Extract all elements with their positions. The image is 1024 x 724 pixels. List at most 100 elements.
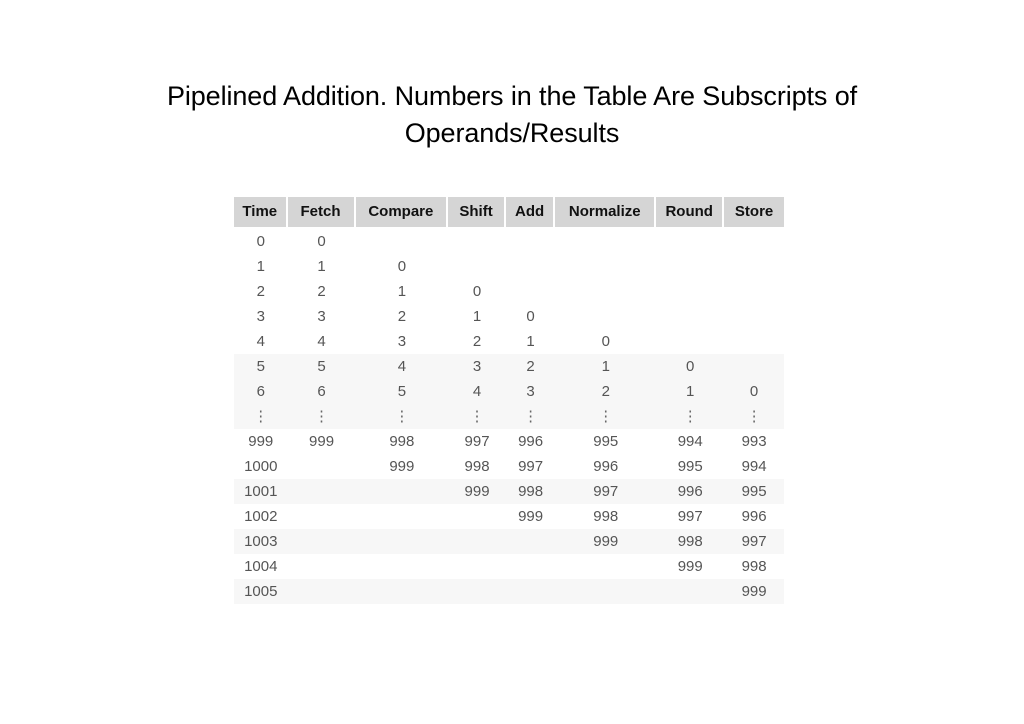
table-cell: [555, 279, 656, 304]
table-cell: 995: [724, 479, 784, 504]
table-cell: 0: [724, 379, 784, 404]
table-cell: 0: [656, 354, 725, 379]
table-cell: 999: [518, 508, 544, 525]
page-title-line-1: Pipelined Addition. Numbers in the Table…: [166, 81, 858, 111]
table-cell: [448, 254, 506, 279]
table-cell: 998: [741, 558, 767, 575]
table-column-header-time: Time: [234, 197, 288, 229]
table-cell: 2: [317, 283, 326, 300]
table-cell: 3: [317, 308, 326, 325]
table-row: 1000 999 998 997 996 995 994: [234, 454, 784, 479]
table-cell: 5: [287, 354, 356, 379]
table-cell: [506, 279, 555, 304]
table-cell: [356, 554, 449, 579]
table-cell: 996: [518, 433, 544, 450]
table-row: 00: [234, 229, 784, 254]
table-row-ellipsis: ⋮ ⋮ ⋮ ⋮ ⋮ ⋮ ⋮ ⋮: [234, 404, 784, 429]
table-cell: [448, 504, 506, 529]
table-cell: [506, 229, 555, 254]
table-body: 0 0 1 1 0 2 2 1 0 3 3 2 1 0 4 4 3 2 1 0 5 5 4 3 2 1 0 6 6 5 4 3 2 1 0 ⋮ ⋮ ⋮ ⋮ ⋮…: [234, 229, 784, 604]
table-cell: 5: [234, 354, 288, 379]
table-cell: [555, 579, 657, 604]
table-cell: 994: [741, 458, 767, 475]
table-cell: 997: [677, 508, 703, 525]
table-cell: 2: [256, 283, 265, 300]
table-cell: ⋮: [656, 404, 725, 429]
table-cell: 4: [317, 333, 326, 350]
table-cell: 1: [656, 379, 725, 404]
table-cell: [355, 479, 449, 504]
table-cell: [506, 554, 555, 579]
table-cell: [656, 254, 724, 279]
table-cell: 1001: [234, 479, 288, 504]
table-row: 1002 999 998 997 996: [234, 504, 784, 529]
table-cell: [656, 304, 724, 329]
table-cell: 997: [518, 458, 544, 475]
vertical-ellipsis-icon: ⋮: [523, 408, 539, 425]
table-cell: [724, 304, 784, 329]
table-cell: ⋮: [287, 404, 356, 429]
table-cell: 995: [593, 433, 619, 450]
table-cell: [288, 504, 356, 529]
table-cell: [287, 529, 356, 554]
table-cell: [505, 579, 556, 604]
table-cell: 1004: [244, 558, 278, 575]
pipeline-table: Time Fetch Compare Shift Add Normalize Round St…: [234, 197, 784, 604]
table-cell: [656, 329, 724, 354]
table-cell: 999: [724, 579, 784, 604]
table-cell: [356, 229, 449, 254]
table-cell: 996: [593, 458, 619, 475]
table-cell: 1: [472, 308, 482, 325]
table-cell: [724, 254, 784, 279]
table-cell: 6: [234, 379, 288, 404]
table-column-header-shift: Shift: [448, 197, 506, 229]
table-cell: 999: [555, 529, 657, 554]
table-cell: [724, 329, 784, 354]
table-cell: ⋮: [355, 404, 449, 429]
table-column-header-normalize: Normalize: [555, 197, 657, 229]
table-cell: 2: [505, 354, 556, 379]
table-cell: [287, 579, 356, 604]
table-cell: 999: [248, 433, 274, 450]
table-cell: 3: [505, 379, 556, 404]
vertical-ellipsis-icon: ⋮: [394, 408, 410, 425]
table-column-header-store: Store: [724, 197, 784, 229]
table-cell: 3: [448, 354, 506, 379]
table-cell: [288, 454, 356, 479]
table-cell: 994: [677, 433, 703, 450]
table-cell: ⋮: [724, 404, 784, 429]
table-row: 1004 999 998: [234, 554, 784, 579]
table-cell: 999: [309, 433, 335, 450]
table-cell: 997: [555, 479, 657, 504]
table-cell: 4: [448, 379, 506, 404]
table-row: 1001 999 998 997 996 995: [234, 479, 784, 504]
table-column-header-add: Add: [505, 197, 556, 229]
table-cell: [506, 254, 555, 279]
table-cell: 998: [656, 529, 725, 554]
table-cell: [724, 354, 784, 379]
table-column-header-compare: Compare: [355, 197, 449, 229]
page-title-line-2: Operands/Results: [404, 118, 620, 148]
vertical-ellipsis-icon: ⋮: [314, 408, 330, 425]
vertical-ellipsis-icon: ⋮: [746, 408, 762, 425]
table-cell: 1003: [234, 529, 288, 554]
table-cell: 998: [464, 458, 490, 475]
table-cell: ⋮: [234, 404, 288, 429]
table-cell: 0: [472, 283, 482, 300]
table-row: 66543210: [234, 379, 784, 404]
table-cell: 997: [464, 433, 490, 450]
table-cell: [448, 554, 506, 579]
table-row: 1003 999 998 997: [234, 529, 784, 554]
table-cell: [356, 504, 449, 529]
table-cell: [724, 279, 784, 304]
table-cell: [656, 279, 724, 304]
table-cell: 0: [397, 258, 407, 275]
table-cell: [355, 529, 449, 554]
table-cell: [505, 529, 556, 554]
table-cell: 1: [317, 258, 326, 275]
table-cell: 1: [555, 354, 657, 379]
table-cell: 993: [741, 433, 767, 450]
table-row: 3 3 2 1 0: [234, 304, 784, 329]
table-row: 999 999 998 997 996 995 994 993: [234, 429, 784, 454]
table-row: 5543210: [234, 354, 784, 379]
